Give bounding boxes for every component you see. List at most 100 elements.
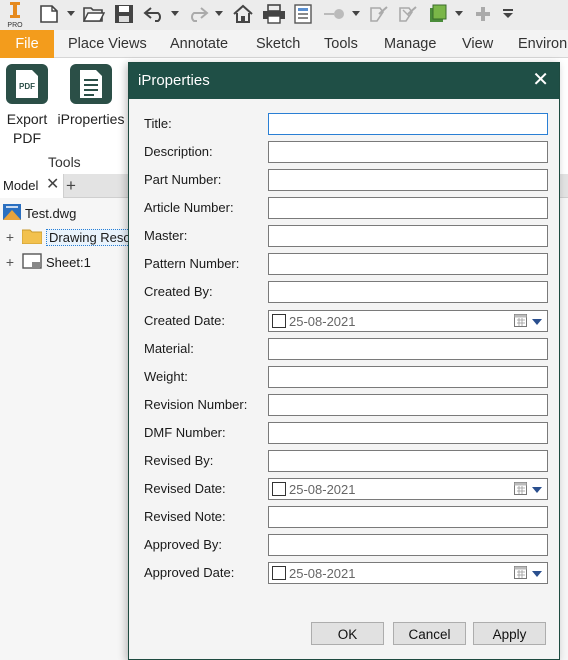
field-row-approved-by: Approved By: [129, 534, 559, 556]
open-icon[interactable] [82, 3, 106, 25]
field-label: Part Number: [144, 172, 222, 187]
iproperties-dialog: iProperties ✕ Title: Description: Part N… [128, 62, 560, 660]
field-row-weight: Weight: [129, 366, 559, 388]
add-browser-tab-icon[interactable]: + [66, 174, 76, 198]
field-row-article-number: Article Number: [129, 197, 559, 219]
home-icon[interactable] [231, 3, 255, 25]
dmf-number-input[interactable] [268, 422, 548, 444]
field-row-title: Title: [129, 113, 559, 135]
part-number-input[interactable] [268, 169, 548, 191]
field-label: Revised Date: [144, 481, 226, 496]
approved-date-picker[interactable]: 25-08-2021 [268, 562, 548, 584]
cancel-button[interactable]: Cancel [393, 622, 466, 645]
dropdown-arrow-icon[interactable] [532, 571, 542, 577]
created-date-checkbox[interactable] [272, 314, 286, 328]
created-by-input[interactable] [268, 281, 548, 303]
weight-input[interactable] [268, 366, 548, 388]
field-row-dmf-number: DMF Number: [129, 422, 559, 444]
field-label: Revised By: [144, 453, 214, 468]
dropdown-arrow-icon[interactable] [214, 3, 224, 25]
title-input[interactable] [268, 113, 548, 135]
return-icon[interactable] [426, 3, 450, 25]
tree-item-label: Test.dwg [25, 205, 77, 221]
tree-item-test-dwg[interactable]: Test.dwg [3, 203, 76, 223]
approved-date-checkbox[interactable] [272, 566, 286, 580]
article-number-input[interactable] [268, 197, 548, 219]
export-pdf-label-line1: Export [6, 111, 48, 127]
dropdown-arrow-icon[interactable] [532, 487, 542, 493]
customize-arrow-icon[interactable] [500, 3, 516, 25]
redo-icon[interactable] [186, 3, 210, 25]
close-icon[interactable]: ✕ [532, 69, 549, 91]
revised-by-input[interactable] [268, 450, 548, 472]
quick-access-toolbar: PRO [0, 0, 568, 30]
export-pdf-label-line2: PDF [13, 130, 41, 146]
plus-icon[interactable] [472, 3, 494, 25]
tab-tools[interactable]: Tools [324, 30, 358, 58]
calendar-icon[interactable] [514, 482, 527, 498]
dialog-title-bar[interactable]: iProperties ✕ [129, 63, 559, 99]
tree-item-drawing-resources[interactable]: + Drawing Reso [3, 227, 134, 247]
tab-place-views[interactable]: Place Views [68, 30, 147, 58]
dropdown-arrow-icon[interactable] [170, 3, 180, 25]
ok-button[interactable]: OK [311, 622, 384, 645]
dropdown-arrow-icon[interactable] [351, 3, 361, 25]
calendar-icon[interactable] [514, 314, 527, 330]
browser-tab-model-label: Model [3, 178, 39, 193]
update-icon[interactable] [367, 3, 391, 25]
apply-button[interactable]: Apply [473, 622, 546, 645]
revised-date-value: 25-08-2021 [289, 482, 356, 497]
field-row-description: Description: [129, 141, 559, 163]
sheet-icon [22, 252, 42, 272]
field-row-revised-date: Revised Date: 25-08-2021 [129, 478, 559, 500]
app-logo-text: PRO [7, 22, 23, 29]
tab-manage[interactable]: Manage [384, 30, 436, 58]
app-logo-icon[interactable]: PRO [4, 1, 26, 29]
browser-tab-model[interactable]: Model ✕ [0, 174, 64, 198]
dropdown-arrow-icon[interactable] [454, 3, 464, 25]
dialog-title: iProperties [138, 72, 210, 89]
new-icon[interactable] [36, 3, 62, 25]
field-label: Created Date: [144, 313, 225, 328]
field-row-pattern-number: Pattern Number: [129, 253, 559, 275]
measure-icon[interactable] [322, 3, 348, 25]
export-pdf-icon: PDF [6, 64, 48, 104]
material-input[interactable] [268, 338, 548, 360]
field-row-revised-note: Revised Note: [129, 506, 559, 528]
tree-item-sheet-1[interactable]: + Sheet:1 [3, 252, 91, 272]
approved-date-value: 25-08-2021 [289, 566, 356, 581]
created-date-value: 25-08-2021 [289, 314, 356, 329]
undo-icon[interactable] [142, 3, 166, 25]
calendar-icon[interactable] [514, 566, 527, 582]
update-all-icon[interactable] [396, 3, 420, 25]
field-row-master: Master: [129, 225, 559, 247]
approved-by-input[interactable] [268, 534, 548, 556]
created-date-picker[interactable]: 25-08-2021 [268, 310, 548, 332]
close-icon[interactable]: ✕ [46, 175, 59, 195]
dropdown-arrow-icon[interactable] [532, 319, 542, 325]
tab-file[interactable]: File [0, 30, 54, 58]
export-pdf-button[interactable]: PDF Export PDF [3, 64, 51, 148]
revised-note-input[interactable] [268, 506, 548, 528]
dropdown-arrow-icon[interactable] [66, 3, 76, 25]
description-input[interactable] [268, 141, 548, 163]
iproperties-button[interactable]: iProperties [54, 64, 128, 129]
properties-icon[interactable] [292, 3, 314, 25]
master-input[interactable] [268, 225, 548, 247]
revision-number-input[interactable] [268, 394, 548, 416]
expand-icon[interactable]: + [3, 254, 17, 270]
pattern-number-input[interactable] [268, 253, 548, 275]
field-row-approved-date: Approved Date: 25-08-2021 [129, 562, 559, 584]
revised-date-checkbox[interactable] [272, 482, 286, 496]
field-label: Approved Date: [144, 565, 235, 580]
field-label: Title: [144, 116, 172, 131]
field-label: Master: [144, 228, 188, 243]
tab-annotate[interactable]: Annotate [170, 30, 228, 58]
save-icon[interactable] [112, 3, 136, 25]
tab-view[interactable]: View [462, 30, 493, 58]
expand-icon[interactable]: + [3, 229, 17, 245]
tab-environments[interactable]: Environ [518, 30, 567, 58]
tab-sketch[interactable]: Sketch [256, 30, 300, 58]
print-icon[interactable] [261, 3, 287, 25]
revised-date-picker[interactable]: 25-08-2021 [268, 478, 548, 500]
